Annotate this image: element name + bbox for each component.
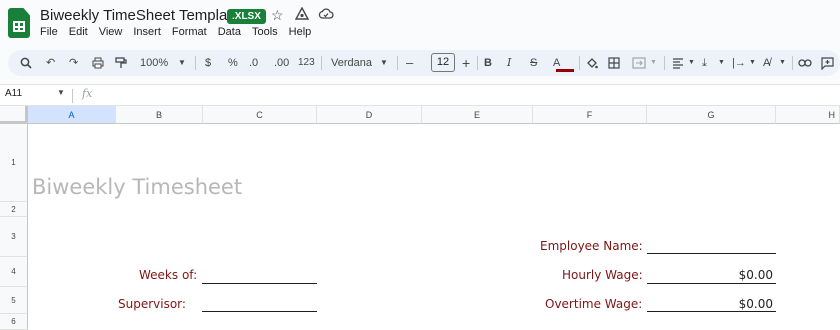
menu-view[interactable]: View [99,26,123,38]
print-icon[interactable] [92,54,104,72]
increase-font-size-button[interactable]: + [462,54,470,72]
font-family-select[interactable]: Verdana [331,54,372,72]
column-header-e[interactable]: E [422,106,533,124]
function-icon: fx [82,87,93,100]
italic-button[interactable]: I [507,54,511,72]
increase-decimal-button[interactable]: .00 [274,54,289,72]
title-bar: Biweekly TimeSheet Template .XLSX ☆ File… [0,0,840,46]
zoom-select[interactable]: 100% [140,54,168,72]
vertical-align-caret-icon[interactable]: ▼ [718,54,725,72]
toolbar-divider [321,56,322,70]
star-icon[interactable]: ☆ [271,7,284,24]
merge-dropdown-caret-icon[interactable]: ▼ [650,54,657,72]
row-header-1[interactable]: 1 [0,124,28,202]
column-header-d[interactable]: D [317,106,422,124]
name-box-caret-icon[interactable]: ▼ [57,88,65,97]
toolbar-divider [397,56,398,70]
column-header-g[interactable]: G [647,106,776,124]
text-rotation-caret-icon[interactable]: ▼ [779,54,786,72]
decrease-decimal-button[interactable]: .0 [249,54,258,72]
cloud-status-icon[interactable] [318,7,334,24]
name-box[interactable]: A11 [5,88,22,99]
row-header-6[interactable]: 6 [0,314,28,330]
text-color-swatch [556,69,574,72]
weeks-of-field[interactable] [202,283,317,284]
format-percent-button[interactable]: % [228,54,238,72]
font-size-input[interactable]: 12 [431,53,455,72]
row-header-5[interactable]: 5 [0,287,28,314]
toolbar-divider [579,56,580,70]
overtime-wage-underline [647,311,776,312]
menu-bar: File Edit View Insert Format Data Tools … [40,26,322,38]
format-currency-button[interactable]: $ [205,54,211,72]
weeks-of-label[interactable]: Weeks of: [139,268,197,282]
overtime-wage-value[interactable]: $0.00 [647,297,773,311]
text-wrapping-icon[interactable]: |→ [732,54,746,72]
menu-format[interactable]: Format [172,26,207,38]
row-header-3[interactable]: 3 [0,217,28,257]
fill-color-icon[interactable] [585,54,598,72]
undo-icon[interactable]: ↶ [46,54,55,72]
horizontal-align-caret-icon[interactable]: ▼ [688,54,695,72]
hourly-wage-value[interactable]: $0.00 [647,268,773,282]
column-header-a[interactable]: A [28,106,116,124]
formula-bar-divider [72,89,73,103]
merge-cells-icon[interactable] [632,54,646,72]
toolbar-divider [792,56,793,70]
search-menus-icon[interactable] [20,54,32,72]
employee-name-label[interactable]: Employee Name: [540,239,643,253]
row-header-4[interactable]: 4 [0,257,28,287]
text-rotation-icon[interactable]: A̸ [763,54,770,72]
file-type-badge: .XLSX [227,9,266,24]
paint-format-icon[interactable] [115,54,127,72]
sheets-logo-icon[interactable] [8,8,30,38]
document-title[interactable]: Biweekly TimeSheet Template [40,7,240,24]
more-formats-button[interactable]: 123 [298,54,315,72]
menu-edit[interactable]: Edit [69,26,88,38]
overtime-wage-label[interactable]: Overtime Wage: [545,297,642,311]
supervisor-label[interactable]: Supervisor: [118,297,186,311]
hourly-wage-underline [647,283,776,284]
employee-name-field[interactable] [647,253,776,254]
insert-comment-icon[interactable] [821,54,834,72]
supervisor-field[interactable] [202,311,317,312]
sheets-app: Biweekly TimeSheet Template .XLSX ☆ File… [0,0,840,330]
move-to-folder-icon[interactable] [294,6,310,24]
column-header-b[interactable]: B [116,106,203,124]
menu-tools[interactable]: Tools [252,26,278,38]
toolbar: ↶ ↷ 100% ▼ $ % .0 .00 123 Verdana ▼ – 12… [8,50,840,76]
insert-link-icon[interactable] [798,54,812,72]
column-header-h[interactable]: H [776,106,840,124]
menu-file[interactable]: File [40,26,58,38]
redo-icon[interactable]: ↷ [69,54,78,72]
toolbar-divider [477,56,478,70]
column-header-c[interactable]: C [203,106,317,124]
decrease-font-size-button[interactable]: – [406,54,413,72]
column-header-f[interactable]: F [533,106,647,124]
select-all-corner[interactable] [0,106,28,124]
borders-icon[interactable] [608,54,620,72]
vertical-align-icon[interactable]: ⤓ [702,54,707,72]
bold-button[interactable]: B [484,54,492,72]
hourly-wage-label[interactable]: Hourly Wage: [562,268,643,282]
menu-data[interactable]: Data [218,26,241,38]
menu-insert[interactable]: Insert [133,26,161,38]
row-header-2[interactable]: 2 [0,202,28,217]
strikethrough-button[interactable]: S [530,54,537,72]
menu-help[interactable]: Help [289,26,312,38]
formula-bar: A11 ▼ fx [0,84,840,106]
formula-input[interactable] [100,88,820,102]
toolbar-divider [664,56,665,70]
horizontal-align-icon[interactable] [672,54,684,72]
text-wrapping-caret-icon[interactable]: ▼ [749,54,756,72]
sheet-title[interactable]: Biweekly Timesheet [32,175,242,199]
toolbar-divider [195,56,196,70]
font-dropdown-caret-icon[interactable]: ▼ [380,54,388,72]
zoom-dropdown-caret-icon[interactable]: ▼ [178,54,186,72]
